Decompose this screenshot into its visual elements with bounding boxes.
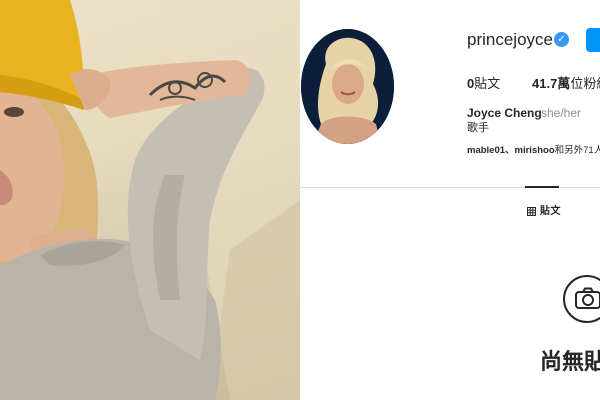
active-tab-indicator — [525, 186, 559, 188]
full-name: Joyce Cheng — [467, 106, 542, 120]
tab-posts-label: 貼文 — [540, 206, 561, 217]
follow-button[interactable] — [586, 28, 600, 52]
profile-photo-post — [0, 0, 300, 400]
avatar[interactable] — [301, 29, 394, 144]
stat-followers[interactable]: 41.7萬位粉絲 — [532, 73, 600, 92]
camera-icon — [575, 287, 600, 309]
tab-posts[interactable]: 貼文 — [527, 202, 561, 217]
stat-posts[interactable]: 0貼文 — [467, 73, 500, 92]
empty-state-title: 尚無貼 — [540, 349, 600, 374]
instagram-profile: princejoyce ✓ 0貼文 41.7萬位粉絲 Joyce Cheng s… — [300, 0, 600, 400]
bio: 歌手 — [467, 122, 489, 134]
followed-by-names: mable01、mirishoo — [467, 145, 555, 156]
verified-badge-icon: ✓ — [554, 32, 569, 47]
avatar-image — [301, 29, 394, 144]
followers-count: 41.7萬 — [532, 76, 571, 91]
followed-by[interactable]: mable01、mirishoo和另外71人 — [467, 142, 600, 156]
followers-label: 位粉絲 — [570, 76, 600, 91]
posts-label: 貼文 — [474, 76, 501, 91]
pronouns: she/her — [541, 106, 582, 120]
username: princejoyce — [467, 30, 553, 49]
photo-illustration — [0, 0, 300, 400]
grid-icon — [527, 206, 536, 216]
followed-by-suffix: 和另外71人 — [554, 145, 600, 156]
